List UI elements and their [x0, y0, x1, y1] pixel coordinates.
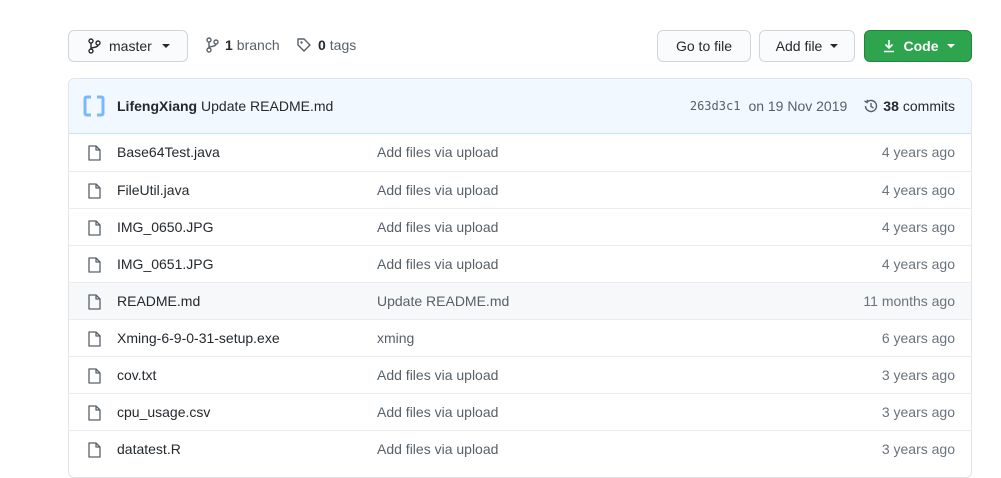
file-row[interactable]: cov.txt Add files via upload 3 years ago — [69, 356, 971, 393]
latest-commit-bar: LifengXiang Update README.md 263d3c1 on … — [69, 79, 971, 134]
git-branch-icon — [206, 37, 219, 53]
chevron-down-icon — [946, 44, 955, 48]
file-browser: LifengXiang Update README.md 263d3c1 on … — [68, 78, 972, 478]
file-icon — [88, 183, 101, 199]
add-file-label: Add file — [775, 38, 823, 54]
file-commit-message[interactable]: xming — [377, 330, 414, 346]
file-commit-message[interactable]: Add files via upload — [377, 367, 498, 383]
file-name[interactable]: cpu_usage.csv — [117, 404, 210, 420]
file-age: 4 years ago — [881, 219, 955, 235]
file-age: 3 years ago — [881, 404, 955, 420]
file-row[interactable]: Xming-6-9-0-31-setup.exe xming 6 years ago — [69, 319, 971, 356]
file-commit-message[interactable]: Add files via upload — [377, 182, 498, 198]
file-row[interactable]: IMG_0650.JPG Add files via upload 4 years … — [69, 208, 971, 245]
commit-sha[interactable]: 263d3c1 — [690, 99, 741, 113]
tags-count: 0 — [318, 37, 326, 53]
commits-count: 38 — [883, 98, 899, 114]
file-icon — [88, 257, 101, 273]
file-row[interactable]: datatest.R Add files via upload 3 years ag… — [69, 430, 971, 467]
download-icon — [883, 40, 894, 53]
commit-author[interactable]: LifengXiang — [117, 98, 197, 114]
branches-label: branch — [236, 37, 280, 53]
file-row[interactable]: README.md Update README.md 11 months ago — [69, 282, 971, 319]
commit-summary: LifengXiang Update README.md — [117, 98, 333, 114]
file-name[interactable]: README.md — [117, 293, 200, 309]
tags-link[interactable]: 0 tags — [296, 37, 356, 53]
go-to-file-label: Go to file — [675, 38, 733, 54]
file-icon — [88, 405, 101, 421]
file-icon — [88, 145, 101, 161]
file-icon — [88, 368, 101, 384]
file-row[interactable]: cpu_usage.csv Add files via upload 3 years… — [69, 393, 971, 430]
file-list: Base64Test.java Add files via upload 4 yea… — [69, 134, 971, 467]
file-name[interactable]: IMG_0651.JPG — [117, 256, 214, 272]
file-age: 4 years ago — [881, 144, 955, 160]
tag-icon — [297, 38, 311, 52]
file-icon — [88, 220, 101, 236]
file-row[interactable]: IMG_0651.JPG Add files via upload 4 years … — [69, 245, 971, 282]
file-age: 4 years ago — [881, 256, 955, 272]
chevron-down-icon — [830, 44, 839, 48]
file-name[interactable]: FileUtil.java — [117, 182, 189, 198]
file-icon — [88, 294, 101, 310]
commit-date: on 19 Nov 2019 — [748, 98, 848, 114]
commit-meta: 263d3c1 on 19 Nov 2019 38 commits — [690, 98, 955, 114]
file-age: 6 years ago — [881, 330, 955, 346]
chevron-down-icon — [161, 44, 170, 48]
commits-label: commits — [902, 98, 955, 114]
tags-label: tags — [329, 37, 357, 53]
branches-link[interactable]: 1 branch — [205, 37, 280, 53]
file-age: 4 years ago — [881, 182, 955, 198]
avatar[interactable] — [83, 95, 105, 117]
branch-name: master — [109, 38, 152, 54]
file-row[interactable]: Base64Test.java Add files via upload 4 yea… — [69, 134, 971, 171]
code-label: Code — [903, 38, 939, 54]
file-age: 11 months ago — [863, 293, 955, 309]
commits-link[interactable]: 38 commits — [863, 98, 955, 114]
branch-selector-button[interactable]: master — [68, 30, 188, 62]
file-commit-message[interactable]: Update README.md — [377, 293, 509, 309]
file-commit-message[interactable]: Add files via upload — [377, 144, 498, 160]
file-age: 3 years ago — [881, 367, 955, 383]
file-name[interactable]: IMG_0650.JPG — [117, 219, 214, 235]
go-to-file-button[interactable]: Go to file — [657, 30, 751, 62]
file-commit-message[interactable]: Add files via upload — [377, 219, 498, 235]
file-name[interactable]: cov.txt — [117, 367, 156, 383]
file-icon — [88, 442, 101, 458]
file-row[interactable]: FileUtil.java Add files via upload 4 years… — [69, 171, 971, 208]
branches-count: 1 — [225, 37, 233, 53]
add-file-button[interactable]: Add file — [759, 30, 855, 62]
file-commit-message[interactable]: Add files via upload — [377, 256, 498, 272]
file-icon — [88, 331, 101, 347]
file-name[interactable]: Xming-6-9-0-31-setup.exe — [117, 330, 280, 346]
file-name[interactable]: Base64Test.java — [117, 144, 220, 160]
history-icon — [864, 99, 878, 113]
code-button[interactable]: Code — [864, 30, 972, 62]
commit-message[interactable]: Update README.md — [201, 98, 333, 114]
git-branch-icon — [88, 38, 101, 54]
file-commit-message[interactable]: Add files via upload — [377, 404, 498, 420]
